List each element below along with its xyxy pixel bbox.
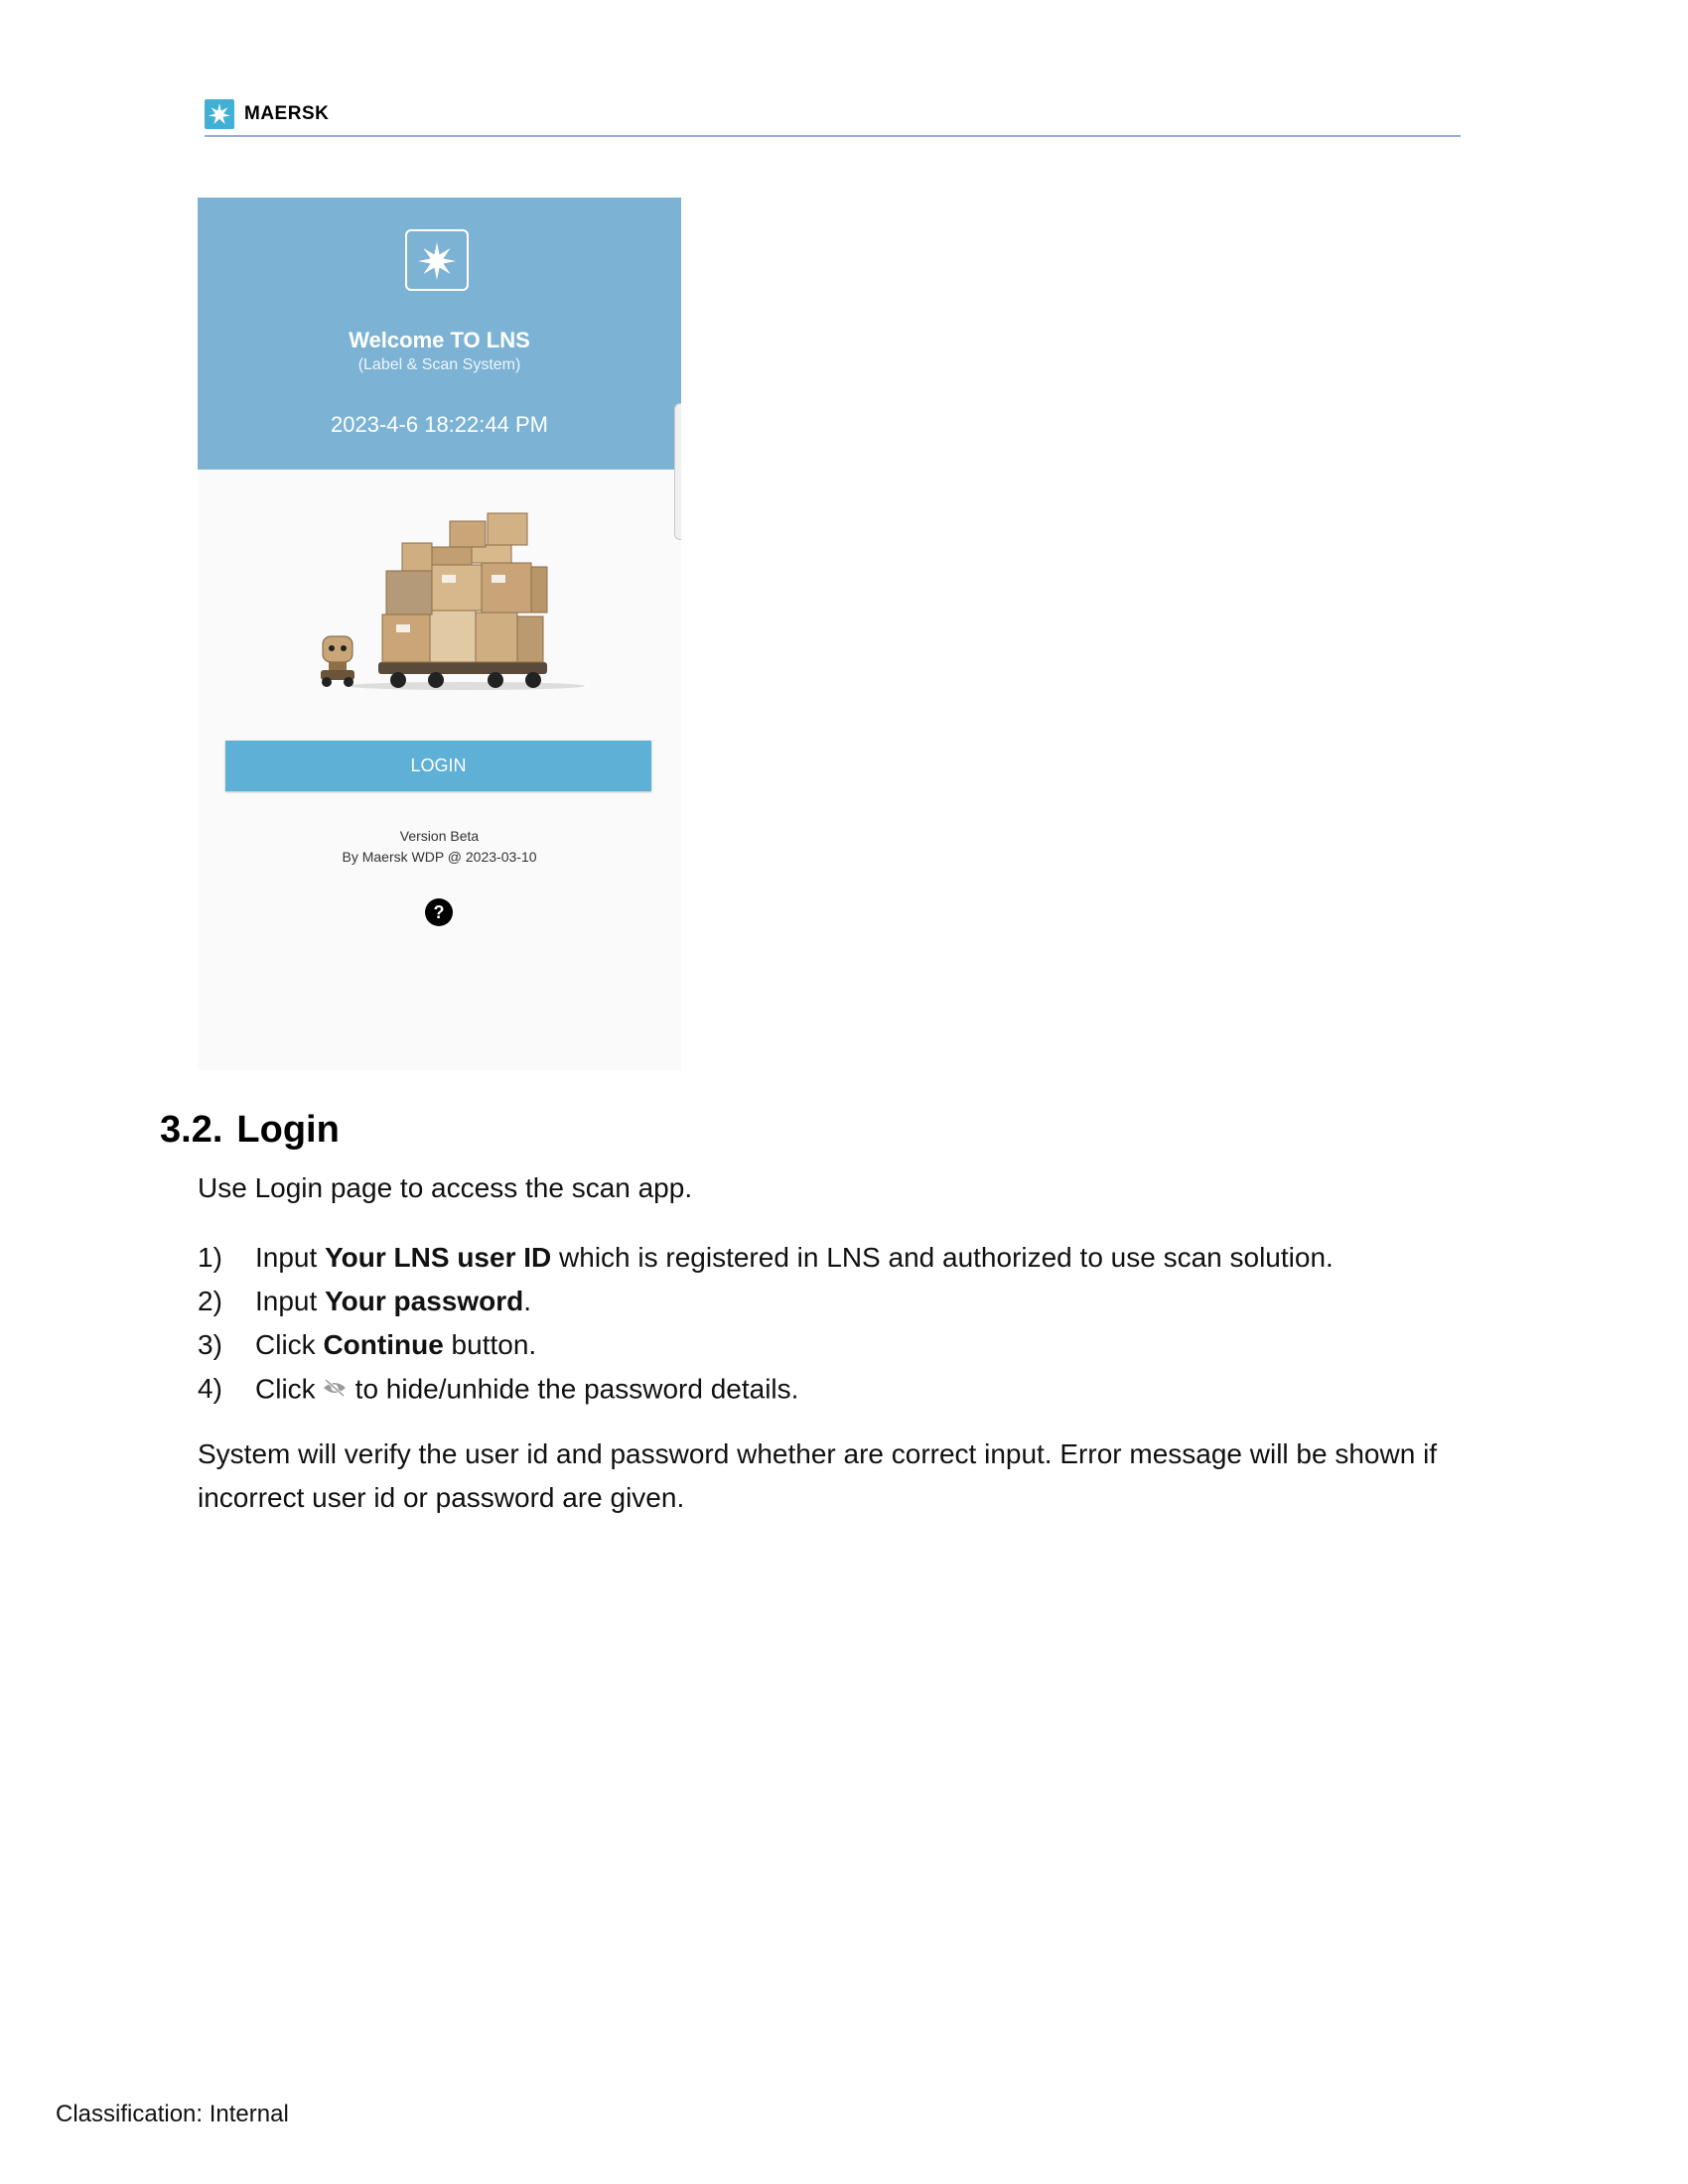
step-number: 4) xyxy=(198,1373,222,1404)
list-item: 3) Click Continue button. xyxy=(198,1327,1488,1371)
maersk-star-logo-icon xyxy=(205,99,234,129)
scrollbar-handle[interactable] xyxy=(674,403,681,540)
help-icon[interactable]: ? xyxy=(425,898,453,926)
document-header: MAERSK xyxy=(205,97,1461,137)
step-number: 1) xyxy=(198,1242,222,1273)
summary-paragraph: System will verify the user id and passw… xyxy=(198,1438,1438,1513)
section-number: 3.2. xyxy=(160,1109,223,1151)
login-button[interactable]: LOGIN xyxy=(225,741,651,791)
section-intro: Use Login page to access the scan app. xyxy=(198,1172,693,1203)
step-text: Click to hide/unhide the password details… xyxy=(255,1371,798,1411)
build-credit: By Maersk WDP @ 2023-03-10 xyxy=(342,849,537,865)
section-title: Login xyxy=(236,1109,340,1151)
brand-name: MAERSK xyxy=(244,103,330,124)
app-star-logo-icon xyxy=(405,229,469,291)
list-item: 2) Input Your password. xyxy=(198,1284,1488,1327)
classification-footer: Classification: Internal xyxy=(56,2101,289,2127)
app-screenshot: Welcome TO LNS (Label & Scan System) 202… xyxy=(198,198,681,1070)
section-heading: 3.2. Login xyxy=(160,1109,340,1152)
datetime-display: 2023-4-6 18:22:44 PM xyxy=(331,412,548,437)
welcome-subtitle: (Label & Scan System) xyxy=(357,356,521,373)
eye-slash-icon xyxy=(322,1371,348,1407)
login-steps-list: 1) Input Your LNS user ID which is regis… xyxy=(198,1240,1488,1415)
step-text: Input Your LNS user ID which is register… xyxy=(255,1242,1334,1273)
step-text: Input Your password. xyxy=(255,1286,532,1316)
step-number: 2) xyxy=(198,1286,222,1316)
welcome-title: Welcome TO LNS xyxy=(349,328,530,352)
version-label: Version Beta xyxy=(399,828,480,844)
step-text: Click Continue button. xyxy=(255,1329,537,1360)
list-item: 1) Input Your LNS user ID which is regis… xyxy=(198,1240,1488,1284)
version-info: Version Beta By Maersk WDP @ 2023-03-10 xyxy=(198,826,681,868)
welcome-panel: Welcome TO LNS (Label & Scan System) 202… xyxy=(198,198,681,470)
list-item: 4) Click to hide/unhide the password deta… xyxy=(198,1371,1488,1415)
boxes-robot-illustration xyxy=(321,512,585,690)
step-number: 3) xyxy=(198,1329,222,1360)
header-divider xyxy=(205,135,1461,137)
